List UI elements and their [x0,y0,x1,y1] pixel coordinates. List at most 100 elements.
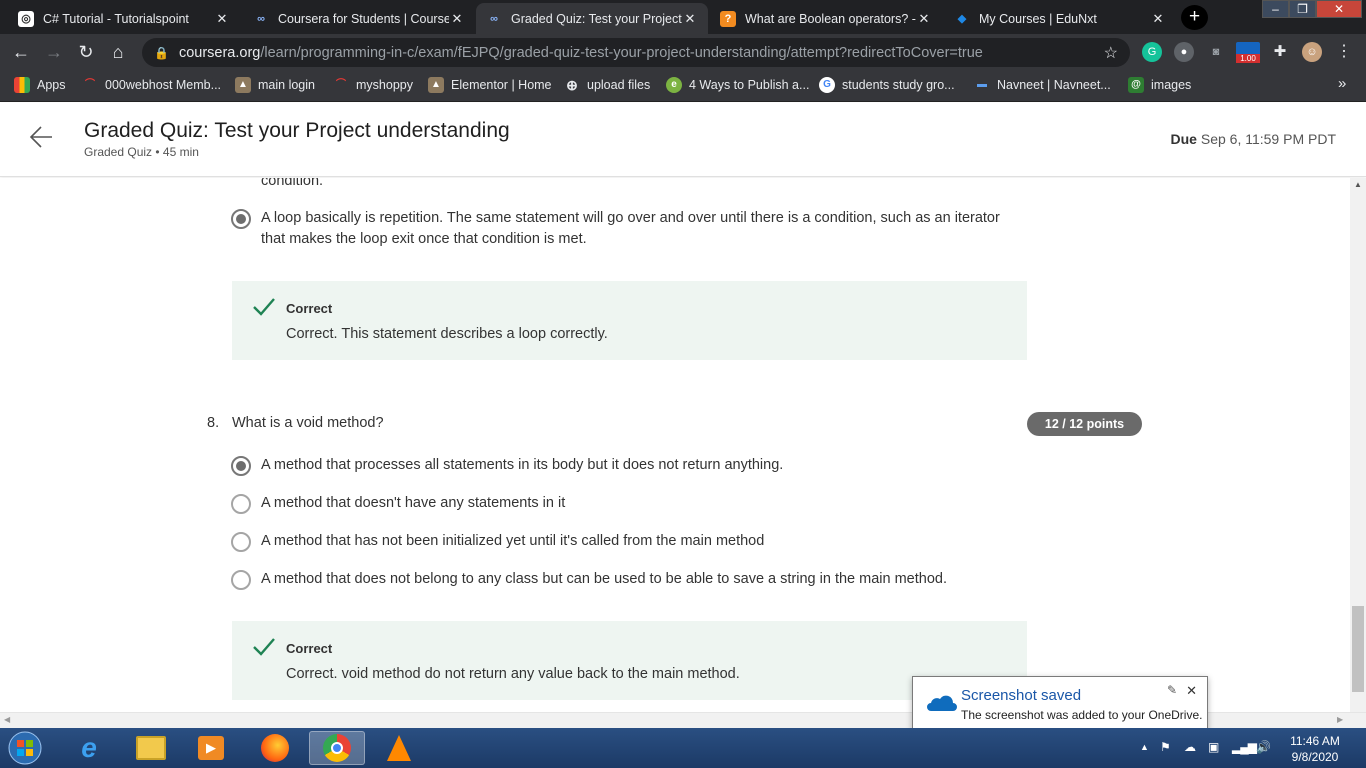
forward-icon[interactable]: → [43,42,65,63]
q8-option-1[interactable]: A method that processes all statements i… [261,455,783,476]
grammarly-icon[interactable]: G [1142,42,1162,62]
close-notification-icon[interactable]: ✕ [1186,683,1197,699]
webhost-icon: ⌒ [336,79,346,90]
tab-title: My Courses | EduNxt [979,11,1097,26]
q7-option-radio-selected[interactable] [231,209,251,229]
bookmark-upload-files[interactable]: ⊕ upload files [564,77,650,93]
profile-avatar[interactable]: ☺ [1302,42,1322,62]
q8-option-radio[interactable] [231,532,251,552]
address-bar[interactable]: 🔒 coursera.org/learn/programming-in-c/ex… [142,38,1130,67]
extensions-puzzle-icon[interactable]: ✚ [1270,42,1290,62]
tab-title: Coursera for Students | Coursera [278,11,449,26]
start-button[interactable] [2,731,48,765]
taskbar-media-player[interactable]: ▶ [186,731,236,765]
volume-icon[interactable]: 🔊 [1256,740,1271,754]
close-tab-icon[interactable]: ✕ [1150,11,1166,27]
pin-icon[interactable]: ✎ [1167,683,1177,697]
extension-circle-icon[interactable]: ● [1174,42,1194,62]
taskbar-firefox[interactable] [250,731,300,765]
q8-option-radio[interactable] [231,494,251,514]
close-window-button[interactable]: ✕ [1316,0,1362,18]
tab-graded-quiz[interactable]: ∞ Graded Quiz: Test your Project underst… [476,3,708,34]
url-path: /learn/programming-in-c/exam/fEJPQ/grade… [260,44,983,61]
bookmark-label: students study gro... [842,78,955,92]
windows-logo-icon [8,731,42,765]
camera-icon[interactable]: ◙ [1206,42,1226,62]
bookmark-students-study[interactable]: Gstudents study gro... [819,77,955,93]
maximize-button[interactable]: ❐ [1289,0,1316,18]
check-icon [253,638,275,656]
q8-option-radio[interactable] [231,570,251,590]
reload-icon[interactable]: ↻ [75,42,97,63]
site-icon: ▬ [977,79,987,90]
scrollbar-thumb[interactable] [1352,606,1364,692]
tray-expand-icon[interactable]: ▲ [1140,742,1149,752]
page-title: Graded Quiz: Test your Project understan… [84,119,510,142]
bookmark-apps[interactable]: Apps [14,77,66,93]
bookmark-publish[interactable]: e 4 Ways to Publish a... [666,77,809,93]
firefox-icon [261,734,289,762]
feedback-text: Correct. void method do not return any v… [286,666,740,682]
page-subtitle: Graded Quiz • 45 min [84,145,199,159]
back-icon[interactable]: ← [10,42,32,63]
scroll-right-icon[interactable]: ▶ [1337,715,1343,724]
network-adapter-icon[interactable]: ▣ [1208,740,1219,754]
bookmark-elementor[interactable]: ▲ Elementor | Home [428,77,552,93]
bookmark-myshoppy[interactable]: ⌒ myshoppy [333,77,413,93]
coursera-icon: ∞ [257,12,265,25]
close-tab-icon[interactable]: ✕ [682,11,698,27]
bookmarks-overflow[interactable]: » [1338,75,1346,92]
close-tab-icon[interactable]: ✕ [214,11,230,27]
system-clock[interactable]: 11:46 AM 9/8/2020 [1285,733,1345,765]
q8-option-3[interactable]: A method that has not been initialized y… [261,531,764,552]
taskbar-vlc[interactable] [374,731,424,765]
close-tab-icon[interactable]: ✕ [449,11,465,27]
bookmark-navneet[interactable]: ▬ Navneet | Navneet... [974,77,1111,93]
q8-option-4[interactable]: A method that does not belong to any cla… [261,569,947,590]
google-icon: G [819,77,835,93]
q7-feedback: Correct Correct. This statement describe… [232,281,1027,360]
taskbar-internet-explorer[interactable]: e [64,731,114,765]
vertical-scrollbar[interactable]: ▲ [1350,178,1366,712]
q8-question: What is a void method? [232,415,384,431]
signal-strength-icon[interactable]: ▂▄▆ [1232,740,1257,754]
bookmark-000webhost[interactable]: ⌒ 000webhost Memb... [82,77,221,93]
speed-extension-icon[interactable]: 1.00 [1236,42,1260,63]
q8-option-radio-selected[interactable] [231,456,251,476]
taskbar-chrome[interactable] [309,731,365,765]
close-tab-icon[interactable]: ✕ [916,11,932,27]
bookmark-images[interactable]: @ images [1128,77,1191,93]
site-icon: e [666,77,682,93]
menu-kebab-icon[interactable]: ⋮ [1334,42,1354,62]
taskbar-file-explorer[interactable] [126,731,176,765]
check-icon [253,298,275,316]
tab-edunxt[interactable]: ◆ My Courses | EduNxt ✕ [944,3,1176,34]
tutorialspoint-icon: ◎ [18,10,34,27]
site-icon: ▲ [235,77,251,93]
bookmark-star-icon[interactable]: ☆ [1104,43,1118,63]
windows-taskbar: e ▶ ▲ ⚑ ☁ ▣ ▂▄▆ 🔊 11:46 AM 9/8/2020 [0,728,1366,768]
extension-badge: 1.00 [1236,54,1260,63]
q8-number: 8. [207,415,220,431]
back-arrow-icon[interactable] [28,123,56,151]
due-date: Due Sep 6, 11:59 PM PDT [1171,131,1336,147]
tab-boolean-operators[interactable]: ? What are Boolean operators? - I ✕ [710,3,942,34]
points-badge: 12 / 12 points [1027,412,1142,436]
clock-date: 9/8/2020 [1291,750,1339,764]
scroll-up-icon[interactable]: ▲ [1354,180,1362,189]
bookmark-main-login[interactable]: ▲ main login [235,77,315,93]
action-center-flag-icon[interactable]: ⚑ [1160,740,1171,754]
apps-grid-icon [14,77,30,93]
feedback-label: Correct [286,641,333,656]
scroll-left-icon[interactable]: ◀ [4,715,10,724]
ie-icon: e [81,732,97,763]
onedrive-tray-icon[interactable]: ☁ [1184,740,1196,754]
tab-coursera-students[interactable]: ∞ Coursera for Students | Coursera ✕ [243,3,475,34]
tab-tutorialspoint[interactable]: ◎ C# Tutorial - Tutorialspoint ✕ [8,3,240,34]
new-tab-button[interactable]: + [1181,5,1208,30]
tab-title: What are Boolean operators? - I [745,11,916,26]
onedrive-notification[interactable]: Screenshot saved The screenshot was adde… [912,676,1208,731]
home-icon[interactable]: ⌂ [107,42,129,63]
minimize-button[interactable]: – [1262,0,1289,18]
q8-option-2[interactable]: A method that doesn't have any statement… [261,493,565,514]
